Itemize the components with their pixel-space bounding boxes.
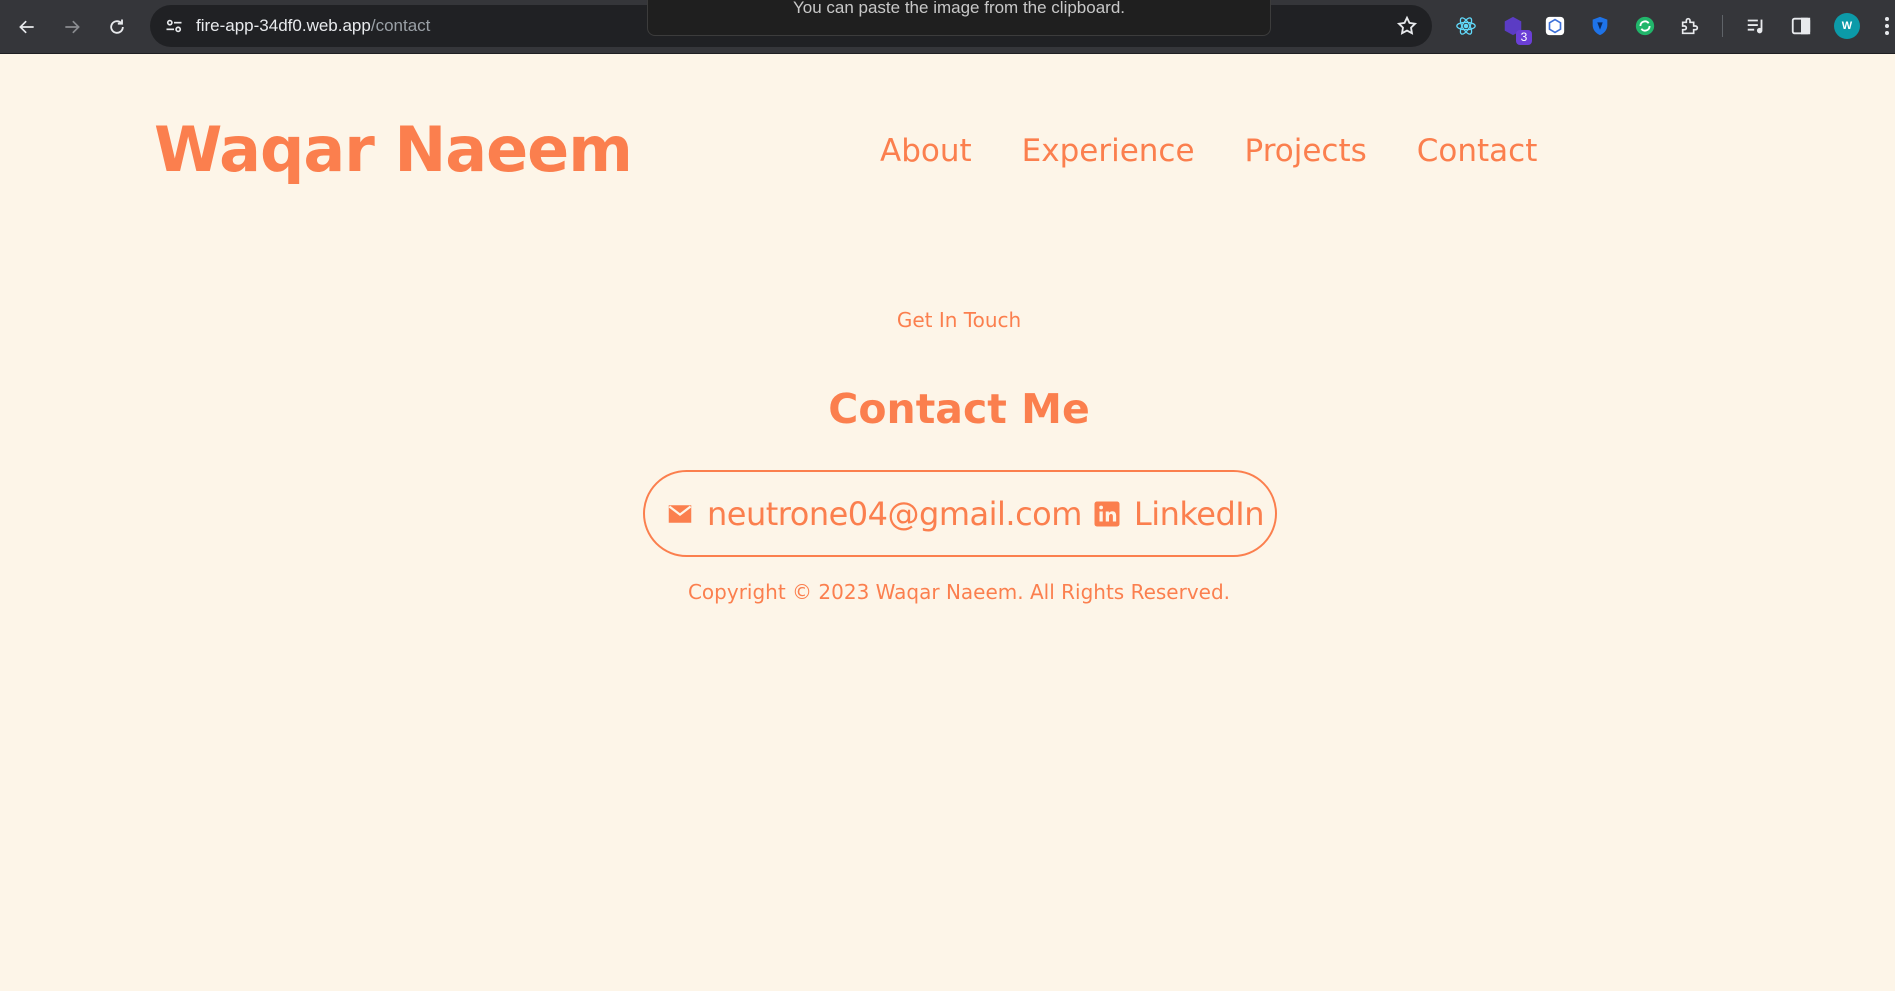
profile-avatar[interactable]: W xyxy=(1834,13,1860,39)
side-panel-icon[interactable] xyxy=(1788,13,1814,39)
reload-button[interactable] xyxy=(102,12,132,42)
hexagon-extension-icon[interactable]: 3 xyxy=(1500,13,1532,45)
clipboard-toast: You can paste the image from the clipboa… xyxy=(647,0,1271,36)
email-text: neutrone04@gmail.com xyxy=(707,494,1082,533)
footer-copyright: Copyright © 2023 Waqar Naeem. All Rights… xyxy=(687,580,1231,604)
main-nav: About Experience Projects Contact xyxy=(880,133,1537,169)
contact-title: Contact Me xyxy=(828,385,1090,433)
linkedin-icon xyxy=(1094,501,1120,526)
sync-extension-icon[interactable] xyxy=(1632,13,1658,39)
clipboard-toast-text: You can paste the image from the clipboa… xyxy=(792,0,1126,17)
nav-link-projects[interactable]: Projects xyxy=(1245,133,1367,169)
url-path: /contact xyxy=(370,16,431,35)
cube-extension-icon[interactable] xyxy=(1542,13,1568,39)
nav-link-experience[interactable]: Experience xyxy=(1022,133,1195,169)
page: Waqar Naeem About Experience Projects Co… xyxy=(0,55,1895,991)
extension-badge: 3 xyxy=(1516,30,1532,45)
arrow-left-icon xyxy=(19,20,34,34)
shield-extension-icon[interactable] xyxy=(1587,13,1613,39)
url-host: fire-app-34df0.web.app xyxy=(196,16,371,35)
nav-link-about[interactable]: About xyxy=(880,133,972,169)
contact-info-box: neutrone04@gmail.com LinkedIn xyxy=(643,470,1277,557)
bookmark-star-icon[interactable] xyxy=(1396,15,1418,37)
forward-button[interactable] xyxy=(57,12,87,42)
avatar-initial: W xyxy=(1841,20,1853,32)
reload-icon xyxy=(110,19,124,34)
media-controls-icon[interactable] xyxy=(1743,13,1769,39)
browser-menu-icon[interactable] xyxy=(1882,14,1892,38)
browser-toolbar: fire-app-34df0.web.app/contact You can p… xyxy=(0,0,1895,54)
react-devtools-icon[interactable] xyxy=(1453,13,1479,39)
email-link[interactable]: neutrone04@gmail.com xyxy=(665,495,1082,533)
section-eyebrow: Get In Touch xyxy=(896,308,1022,332)
linkedin-text: LinkedIn xyxy=(1133,494,1265,533)
nav-link-contact[interactable]: Contact xyxy=(1417,133,1538,169)
url-text[interactable]: fire-app-34df0.web.app/contact xyxy=(196,16,430,36)
back-button[interactable] xyxy=(12,12,42,42)
toolbar-divider xyxy=(1722,15,1723,37)
arrow-right-icon xyxy=(65,20,80,34)
site-info-icon[interactable] xyxy=(162,14,186,38)
mail-icon xyxy=(668,504,692,523)
site-brand[interactable]: Waqar Naeem xyxy=(154,113,633,186)
linkedin-link[interactable]: LinkedIn xyxy=(1092,494,1265,533)
puzzle-extensions-icon[interactable] xyxy=(1677,13,1703,39)
